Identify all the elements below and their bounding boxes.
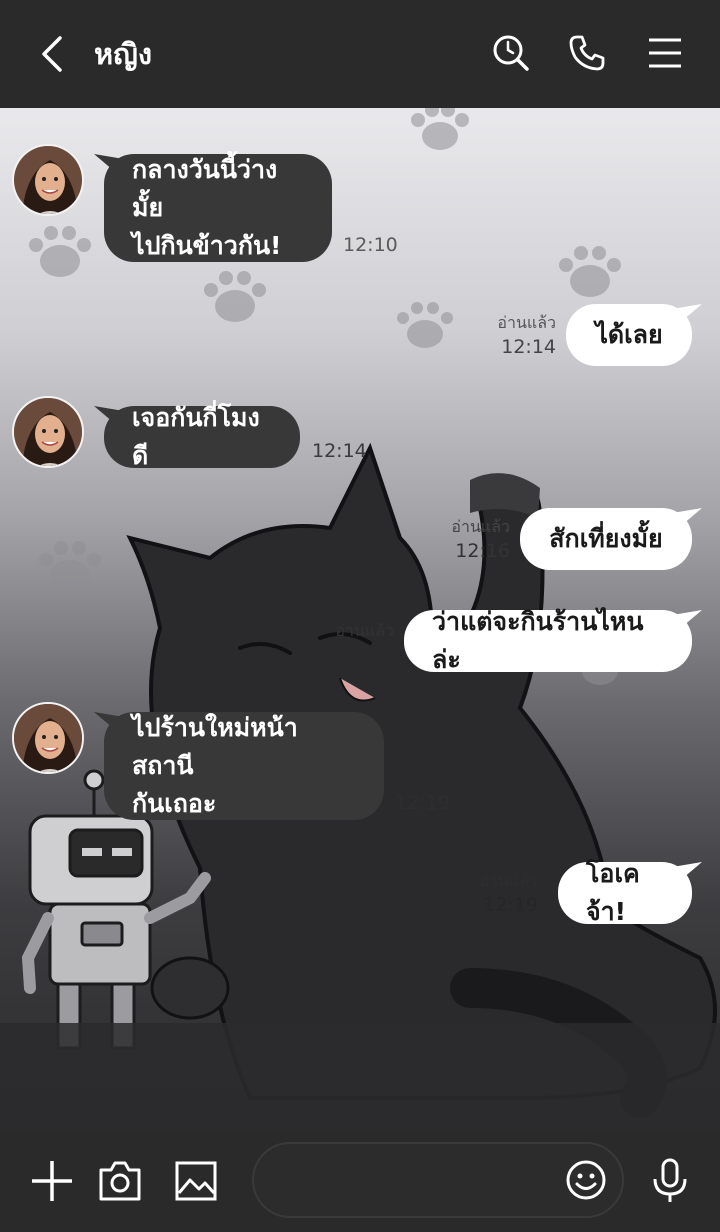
- message-bubble-incoming[interactable]: ไปร้านใหม่หน้าสถานี กันเถอะ: [104, 712, 384, 820]
- menu-icon: [649, 38, 681, 68]
- read-receipt: อ่านแล้ว: [451, 517, 510, 536]
- message-text-line: กันเถอะ: [132, 789, 217, 818]
- message-time: 12:19: [483, 894, 538, 916]
- message-time: 12:17: [339, 644, 394, 666]
- contact-avatar[interactable]: [12, 396, 84, 468]
- chat-header: หญิง: [0, 0, 720, 108]
- chevron-left-icon: [42, 36, 62, 72]
- message-input-field[interactable]: [252, 1142, 624, 1218]
- message-bubble-outgoing[interactable]: โอเคจ้า!: [558, 859, 692, 926]
- phone-icon: [569, 35, 605, 71]
- gallery-button[interactable]: [170, 1155, 222, 1207]
- message-bubble-outgoing[interactable]: สักเที่ยงมั้ย: [520, 508, 692, 570]
- message-text-line: ไปร้านใหม่หน้าสถานี: [132, 713, 298, 780]
- read-receipt: อ่านแล้ว: [335, 621, 394, 640]
- back-button[interactable]: [32, 32, 72, 76]
- message-meta: อ่านแล้ว 12:16: [451, 516, 510, 564]
- message-bubble-outgoing[interactable]: ได้เลย: [566, 304, 692, 366]
- message-bubble-outgoing[interactable]: ว่าแต่จะกินร้านไหนล่ะ: [404, 607, 692, 674]
- message-time: 12:19: [395, 792, 450, 814]
- message-text-line: กลางวันนี้ว่างมั้ย: [132, 155, 278, 222]
- call-button[interactable]: [564, 30, 610, 76]
- message-bubble-incoming[interactable]: เจอกันกี่โมงดี: [104, 403, 300, 470]
- message-meta: อ่านแล้ว 12:14: [497, 312, 556, 360]
- message-meta: อ่านแล้ว 12:17: [335, 620, 394, 668]
- message-time: 12:16: [455, 540, 510, 562]
- emoji-button[interactable]: [562, 1156, 610, 1204]
- camera-button[interactable]: [94, 1155, 146, 1207]
- read-receipt: อ่านแล้ว: [479, 871, 538, 890]
- message-time: 12:10: [343, 234, 398, 256]
- image-icon: [175, 1161, 217, 1201]
- contact-avatar[interactable]: [12, 144, 84, 216]
- emoji-icon: [566, 1160, 606, 1200]
- message-input[interactable]: [278, 1162, 558, 1200]
- message-text-line: เจอกันกี่โมงดี: [132, 403, 260, 470]
- search-history-icon: [493, 35, 529, 71]
- add-button[interactable]: [26, 1155, 78, 1207]
- menu-button[interactable]: [642, 30, 688, 76]
- voice-button[interactable]: [644, 1155, 696, 1207]
- plus-icon: [32, 1161, 72, 1201]
- search-history-button[interactable]: [488, 30, 534, 76]
- chat-area[interactable]: กลางวันนี้ว่างมั้ย ไปกินข้าวกัน! 12:10 อ…: [0, 108, 720, 1130]
- microphone-icon: [653, 1158, 687, 1202]
- read-receipt: อ่านแล้ว: [497, 313, 556, 332]
- message-time: 12:14: [312, 440, 367, 462]
- message-bubble-incoming[interactable]: กลางวันนี้ว่างมั้ย ไปกินข้าวกัน!: [104, 154, 332, 262]
- contact-avatar[interactable]: [12, 702, 84, 774]
- message-time: 12:14: [501, 336, 556, 358]
- chat-title: หญิง: [94, 37, 152, 71]
- message-meta: อ่านแล้ว 12:19: [479, 870, 538, 918]
- message-text-line: ไปกินข้าวกัน!: [132, 231, 282, 260]
- camera-icon: [99, 1161, 141, 1201]
